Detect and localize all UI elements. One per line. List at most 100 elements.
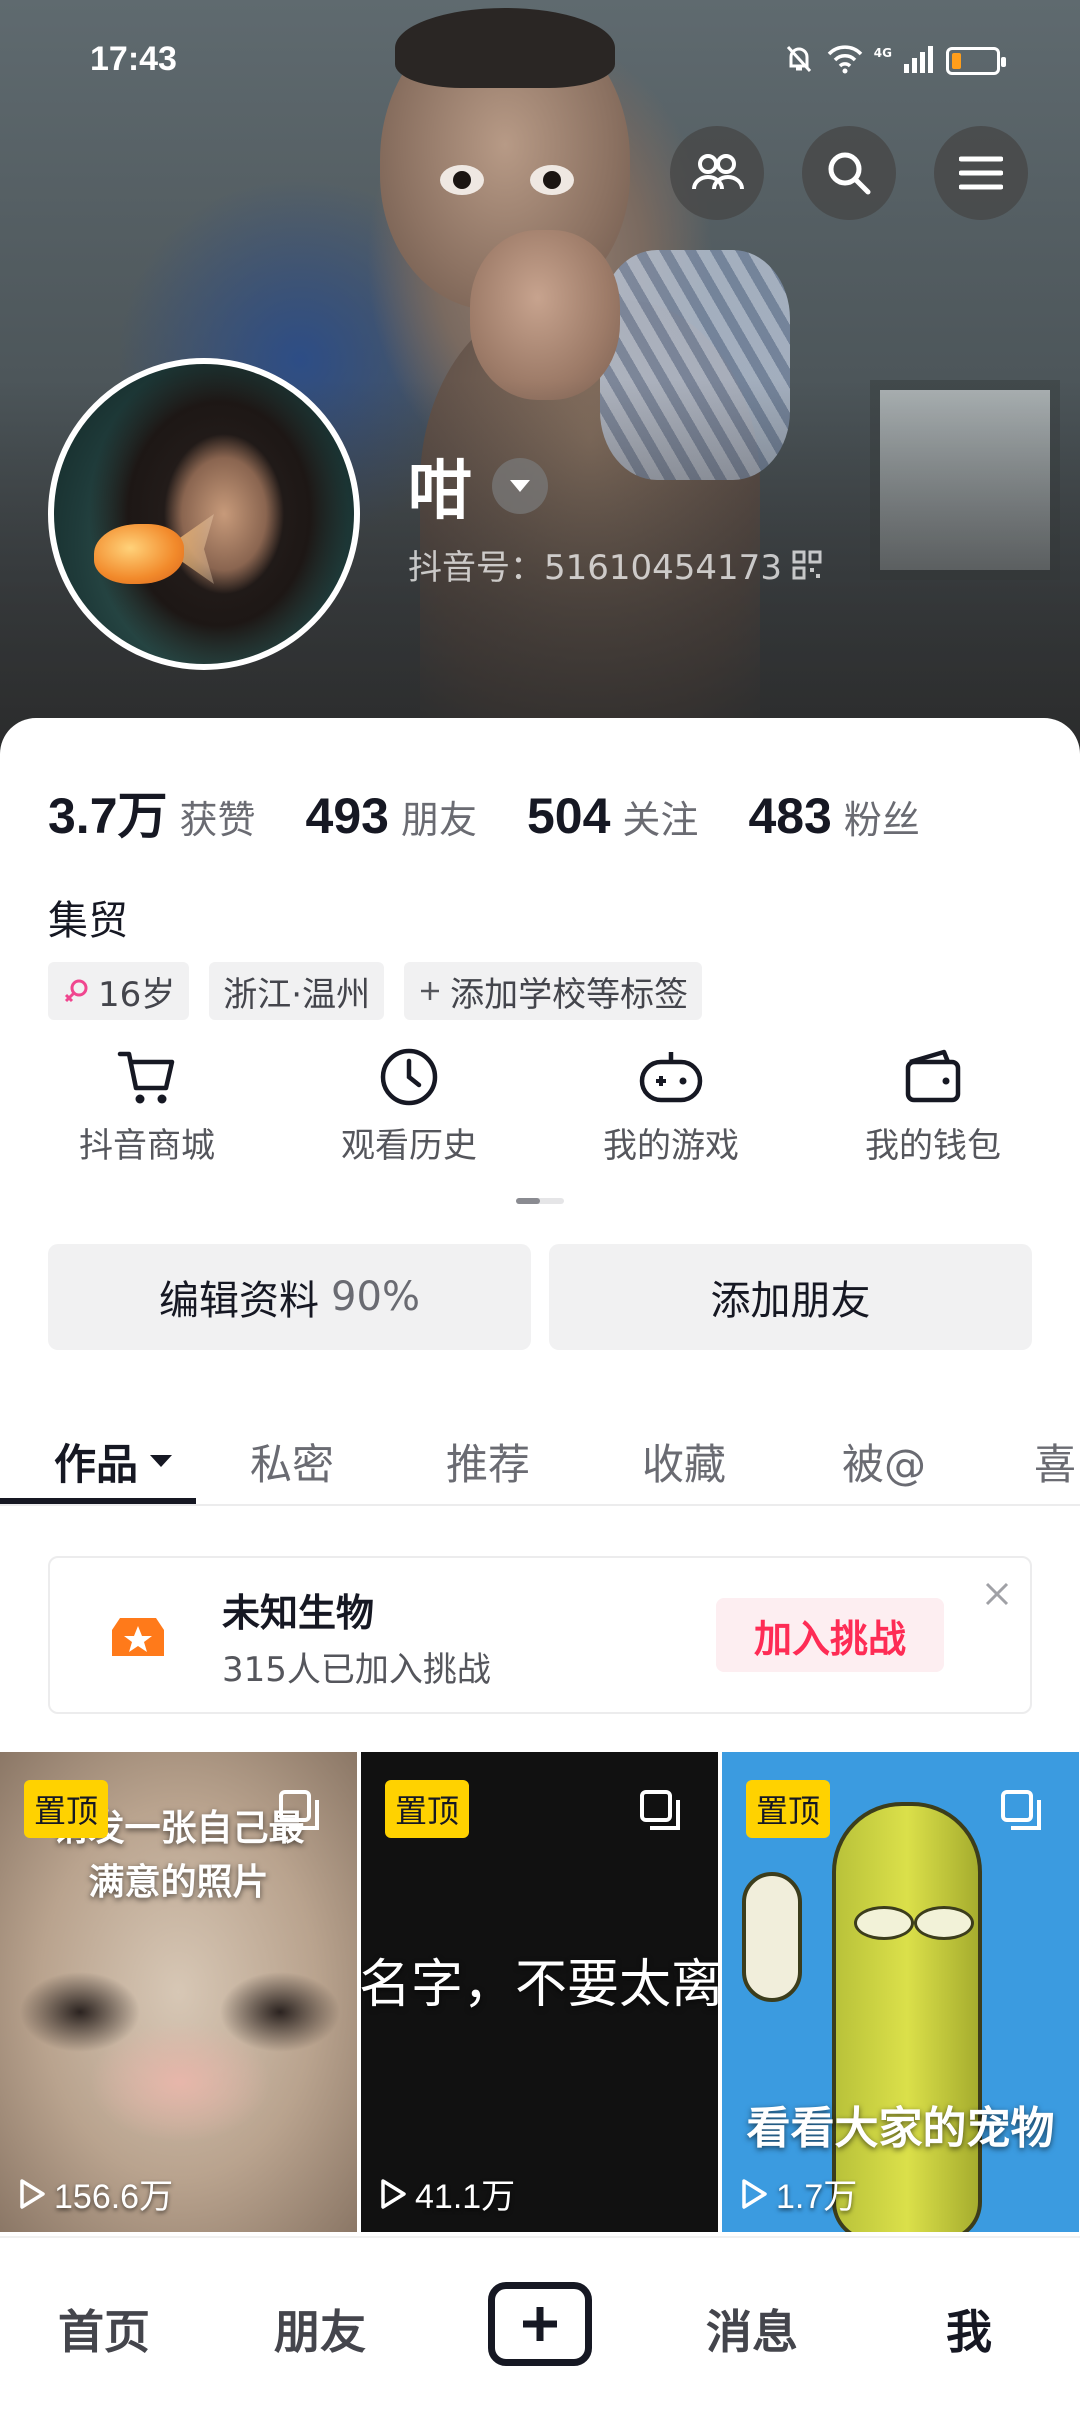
account-switch-button[interactable] (492, 458, 548, 514)
stat-followers[interactable]: 483 粉丝 (748, 787, 919, 845)
douyin-id[interactable]: 抖音号：51610454173 (408, 540, 822, 589)
quick-games-label: 我的游戏 (603, 1126, 739, 1166)
profile-buttons: 编辑资料 90% 添加朋友 (48, 1244, 1032, 1350)
edit-profile-percent: 90% (331, 1274, 420, 1320)
video-thumb-3[interactable]: 看看大家的宠物 置顶 1.7万 (722, 1752, 1079, 2232)
challenge-icon (112, 1618, 164, 1656)
network-type: 4G (873, 46, 892, 60)
wifi-icon (826, 44, 864, 78)
play-icon (381, 2178, 406, 2209)
stat-friends[interactable]: 493 朋友 (306, 787, 477, 845)
tab-private[interactable]: 私密 (250, 1418, 334, 1504)
quick-history-label: 观看历史 (341, 1126, 477, 1166)
friends-button[interactable] (670, 126, 764, 220)
cart-icon (117, 1051, 175, 1104)
close-challenge-button[interactable] (984, 1576, 1010, 1616)
quick-mall[interactable]: 抖音商城 (16, 1046, 278, 1167)
join-challenge-button[interactable]: 加入挑战 (716, 1598, 944, 1672)
menu-button[interactable] (934, 126, 1028, 220)
location-tag-label: 浙江·温州 (223, 974, 371, 1015)
stat-followers-label: 粉丝 (843, 798, 920, 842)
chevron-down-icon (510, 480, 530, 492)
plus-icon (421, 982, 440, 1000)
stat-likes-value: 3.7万 (48, 788, 168, 844)
challenge-title: 未知生物 (222, 1591, 375, 1635)
cover-fist (470, 230, 620, 400)
profile-card: 3.7万 获赞 493 朋友 504 关注 483 粉丝 集贸 16岁 浙江·温… (0, 718, 1080, 2238)
video-3-fish-eye-right (914, 1906, 974, 1940)
quick-history[interactable]: 观看历史 (278, 1046, 540, 1167)
add-friend-button[interactable]: 添加朋友 (549, 1244, 1032, 1350)
content-tabs: 作品 私密 推荐 收藏 被@ 喜 (0, 1418, 1080, 1506)
stat-following[interactable]: 504 关注 (527, 787, 698, 845)
gamepad-icon (639, 1052, 703, 1103)
add-tag-button[interactable]: 添加学校等标签 (404, 962, 703, 1020)
nav-create-button[interactable] (488, 2282, 592, 2366)
edit-profile-label: 编辑资料 (159, 1278, 320, 1324)
quick-wallet[interactable]: 我的钱包 (802, 1046, 1064, 1167)
nav-messages[interactable]: 消息 (706, 2296, 798, 2362)
search-icon (828, 152, 871, 195)
video-3-multi-icon (1001, 1790, 1041, 1830)
status-time: 17:43 (90, 40, 177, 78)
profile-name: 咁 (408, 455, 472, 529)
nav-home[interactable]: 首页 (58, 2296, 150, 2362)
avatar[interactable] (48, 358, 360, 670)
search-button[interactable] (802, 126, 896, 220)
location-tag[interactable]: 浙江·温州 (209, 962, 385, 1020)
stats-row: 3.7万 获赞 493 朋友 504 关注 483 粉丝 (48, 776, 970, 848)
nav-friends[interactable]: 朋友 (274, 2296, 366, 2362)
tab-favorites[interactable]: 收藏 (642, 1418, 726, 1504)
video-thumb-1[interactable]: 请发一张自己最满意的照片 置顶 156.6万 (0, 1752, 357, 2232)
challenge-banner[interactable]: 未知生物 315人已加入挑战 加入挑战 (48, 1556, 1032, 1714)
caret-down-icon (150, 1455, 173, 1467)
stat-friends-value: 493 (305, 788, 389, 844)
friends-icon (692, 154, 744, 190)
quick-games[interactable]: 我的游戏 (540, 1046, 802, 1167)
video-3-fish-eye-left (854, 1906, 914, 1940)
bio-text: 集贸 (48, 898, 128, 944)
video-3-pin-badge: 置顶 (746, 1780, 831, 1838)
signal-icon (902, 44, 936, 78)
cover-eye-right (530, 165, 574, 195)
video-2-overlay-text: 名字，不要太离 (361, 1955, 718, 2015)
add-friend-label: 添加朋友 (710, 1278, 871, 1324)
close-icon (985, 1582, 1009, 1606)
video-3-play-count: 1.7万 (776, 2178, 858, 2216)
menu-icon (959, 156, 1003, 190)
tab-works-label: 作品 (54, 1439, 139, 1489)
video-1-multi-icon (279, 1790, 319, 1830)
stat-friends-label: 朋友 (400, 798, 477, 842)
video-2-multi-icon (640, 1790, 680, 1830)
stat-following-label: 关注 (622, 798, 699, 842)
video-1-pin-badge: 置顶 (24, 1780, 109, 1838)
video-3-peace-hand (742, 1872, 802, 2002)
nav-me[interactable]: 我 (946, 2296, 992, 2362)
tab-likes[interactable]: 喜 (1034, 1418, 1076, 1504)
qr-code-icon (792, 550, 822, 579)
edit-profile-button[interactable]: 编辑资料 90% (48, 1244, 531, 1350)
tab-recommend[interactable]: 推荐 (446, 1418, 530, 1504)
stat-following-value: 504 (526, 788, 611, 844)
female-icon (64, 979, 88, 1003)
stat-likes[interactable]: 3.7万 获赞 (48, 776, 256, 848)
tab-works[interactable]: 作品 (54, 1418, 174, 1504)
stat-followers-value: 483 (748, 788, 832, 844)
quick-actions-pager (516, 1198, 564, 1204)
add-tag-label: 添加学校等标签 (450, 974, 689, 1015)
mute-bell-icon (782, 42, 816, 80)
status-icons: 4G (782, 42, 1006, 80)
battery-level (952, 53, 961, 69)
age-tag[interactable]: 16岁 (48, 962, 190, 1020)
profile-tags: 16岁 浙江·温州 添加学校等标签 (48, 962, 703, 1020)
quick-mall-label: 抖音商城 (79, 1126, 215, 1166)
wallet-icon (905, 1049, 961, 1103)
cover-eye-left (440, 165, 484, 195)
clock-icon (380, 1048, 438, 1106)
avatar-goldfish (94, 524, 184, 584)
video-thumb-2[interactable]: 名字，不要太离 置顶 41.1万 (361, 1752, 718, 2232)
age-tag-label: 16岁 (98, 974, 176, 1015)
tab-mentions[interactable]: 被@ (842, 1418, 926, 1504)
active-tab-indicator (0, 1498, 196, 1504)
play-icon (20, 2178, 45, 2209)
